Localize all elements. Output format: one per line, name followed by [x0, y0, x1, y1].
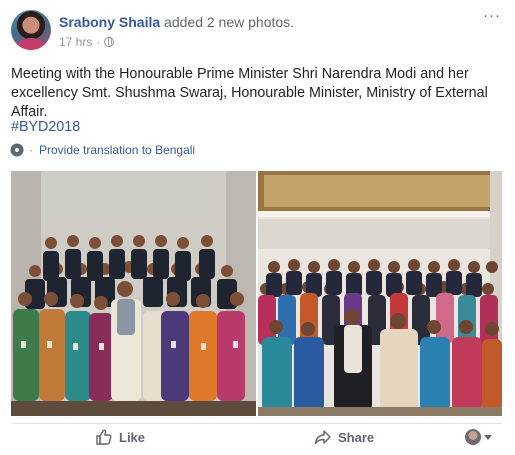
author-avatar[interactable]: [11, 10, 51, 50]
viewer-selector[interactable]: [465, 429, 492, 445]
translate-separator: ·: [29, 143, 33, 157]
post-card: Srabony Shaila added 2 new photos. 17 hr…: [0, 0, 515, 455]
actions-divider: [11, 423, 502, 424]
post-timestamp[interactable]: 17 hrs: [59, 35, 92, 49]
translate-row: · Provide translation to Bengali: [11, 143, 195, 157]
more-options-icon[interactable]: ···: [483, 8, 501, 23]
like-button[interactable]: Like: [95, 427, 145, 447]
share-button[interactable]: Share: [314, 427, 374, 447]
group-photo-2-image: [258, 171, 502, 416]
author-name-link[interactable]: Srabony Shaila: [59, 14, 160, 30]
group-photo-1-image: [11, 171, 256, 416]
share-arrow-icon: [314, 430, 331, 445]
meta-separator: ·: [96, 35, 101, 49]
group-photo-2[interactable]: [258, 171, 502, 416]
post-action-text: added 2 new photos.: [164, 14, 295, 30]
post-meta: 17 hrs ·: [59, 35, 115, 49]
gear-icon: [11, 144, 23, 156]
group-photo-1[interactable]: [11, 171, 256, 416]
viewer-avatar: [465, 429, 481, 445]
share-label: Share: [338, 429, 375, 445]
post-body-text: Meeting with the Honourable Prime Minist…: [11, 66, 488, 120]
hashtag-link[interactable]: #BYD2018: [11, 119, 80, 135]
globe-icon[interactable]: [104, 37, 115, 47]
like-label: Like: [119, 429, 146, 445]
post-header: Srabony Shaila added 2 new photos.: [59, 14, 294, 30]
chevron-down-icon: [484, 434, 492, 440]
thumbs-up-icon: [96, 429, 112, 445]
translate-link[interactable]: Provide translation to Bengali: [39, 143, 195, 157]
